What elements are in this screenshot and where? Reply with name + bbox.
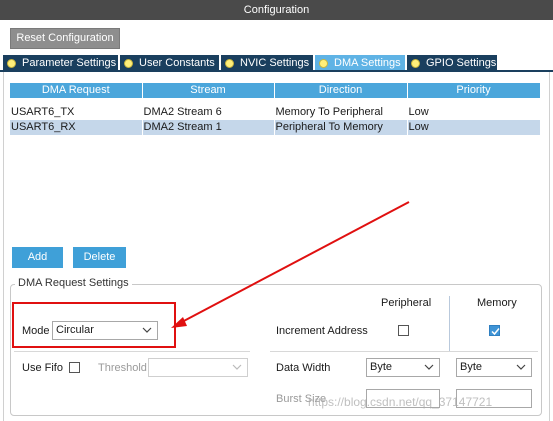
status-dot-icon xyxy=(7,58,16,68)
table-row[interactable]: USART6_TX DMA2 Stream 6 Memory To Periph… xyxy=(10,105,541,120)
annotation-highlight-box xyxy=(12,302,176,348)
status-dot-icon xyxy=(225,58,234,68)
cell-direction: Peripheral To Memory xyxy=(274,120,408,135)
tab-nvic-settings[interactable]: NVIC Settings xyxy=(221,55,313,71)
watermark: https://blog.csdn.net/qq_37147721 xyxy=(308,395,493,409)
cell-dma-request: USART6_TX xyxy=(10,105,143,120)
tab-dma-settings[interactable]: DMA Settings xyxy=(315,55,405,71)
tab-gpio-settings[interactable]: GPIO Settings xyxy=(407,55,497,71)
column-header-priority[interactable]: Priority xyxy=(407,83,541,98)
column-divider xyxy=(449,296,450,352)
separator-line xyxy=(270,351,538,352)
data-width-label: Data Width xyxy=(276,362,331,374)
cell-direction: Memory To Peripheral xyxy=(274,105,408,120)
tab-label: User Constants xyxy=(139,57,215,69)
tab-label: GPIO Settings xyxy=(426,57,497,69)
column-header-stream[interactable]: Stream xyxy=(142,83,275,98)
add-button[interactable]: Add xyxy=(12,247,63,268)
tab-user-constants[interactable]: User Constants xyxy=(120,55,219,71)
chevron-down-icon xyxy=(232,364,242,370)
delete-button[interactable]: Delete xyxy=(73,247,126,268)
memory-increment-checkbox[interactable] xyxy=(489,325,500,336)
separator-line xyxy=(14,351,250,352)
memory-data-width-select[interactable]: Byte xyxy=(456,358,532,377)
peripheral-increment-checkbox[interactable] xyxy=(398,325,409,336)
dma-request-table: DMA Request Stream Direction Priority US… xyxy=(10,83,541,135)
reset-configuration-button[interactable]: Reset Configuration xyxy=(10,28,120,49)
tab-label: Parameter Settings xyxy=(22,57,117,69)
tab-parameter-settings[interactable]: Parameter Settings xyxy=(3,55,118,71)
peripheral-data-width-select[interactable]: Byte xyxy=(366,358,440,377)
column-header-direction[interactable]: Direction xyxy=(274,83,408,98)
peripheral-column-header: Peripheral xyxy=(381,297,432,309)
settings-tabs: Parameter Settings User Constants NVIC S… xyxy=(3,55,499,71)
chevron-down-icon xyxy=(516,364,526,370)
use-fifo-label: Use Fifo xyxy=(22,362,63,374)
increment-address-label: Increment Address xyxy=(276,325,368,337)
status-dot-icon xyxy=(319,58,328,68)
memory-column-header: Memory xyxy=(477,297,517,309)
status-dot-icon xyxy=(411,58,420,68)
table-row-selected[interactable]: USART6_RX DMA2 Stream 1 Peripheral To Me… xyxy=(10,120,541,135)
threshold-label: Threshold xyxy=(98,362,147,374)
threshold-select[interactable] xyxy=(148,358,248,377)
window-title: Configuration xyxy=(0,0,553,20)
cell-stream: DMA2 Stream 6 xyxy=(142,105,275,120)
cell-stream: DMA2 Stream 1 xyxy=(142,120,275,135)
tab-label: DMA Settings xyxy=(334,57,401,69)
peripheral-data-width-value: Byte xyxy=(370,361,393,373)
checkmark-icon xyxy=(491,328,500,336)
chevron-down-icon xyxy=(424,364,434,370)
column-header-dma-request[interactable]: DMA Request xyxy=(10,83,143,98)
memory-data-width-value: Byte xyxy=(460,361,483,373)
group-title: DMA Request Settings xyxy=(15,277,132,289)
cell-priority: Low xyxy=(407,105,541,120)
cell-priority: Low xyxy=(407,120,541,135)
tab-label: NVIC Settings xyxy=(240,57,310,69)
status-dot-icon xyxy=(124,58,133,68)
use-fifo-checkbox[interactable] xyxy=(69,362,80,373)
cell-dma-request: USART6_RX xyxy=(10,120,143,135)
